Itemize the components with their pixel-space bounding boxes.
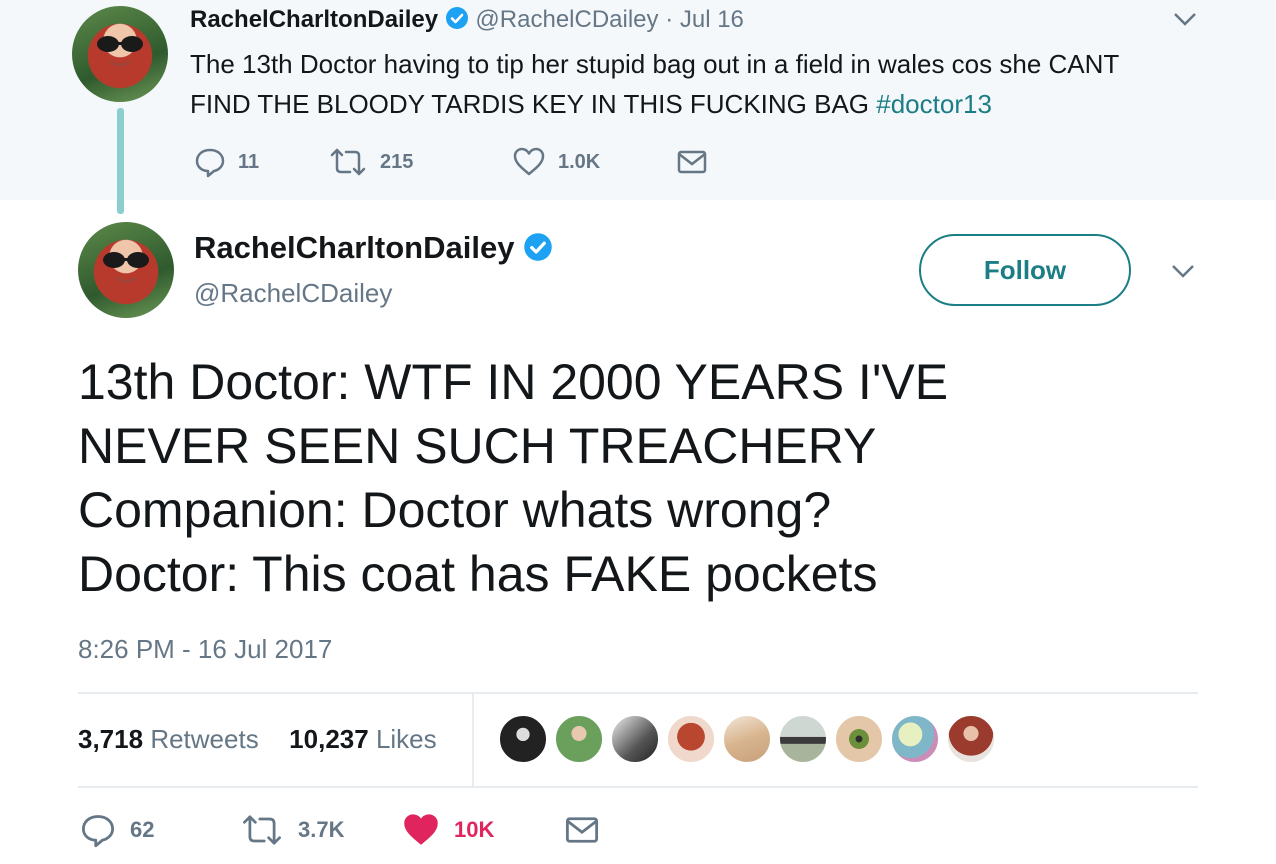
chevron-down-icon[interactable] xyxy=(1172,10,1198,28)
main-author-name-row: RachelCharltonDailey xyxy=(194,228,553,268)
liker-avatar[interactable] xyxy=(554,714,604,764)
liker-avatar[interactable] xyxy=(778,714,828,764)
thread-connector-line xyxy=(117,108,124,214)
follow-button[interactable]: Follow xyxy=(919,234,1131,306)
liker-avatar[interactable] xyxy=(834,714,884,764)
dm-button[interactable] xyxy=(564,812,600,848)
parent-dm-button[interactable] xyxy=(676,146,708,178)
liker-avatar[interactable] xyxy=(666,714,716,764)
parent-like-button[interactable]: 1.0K xyxy=(512,146,600,178)
sunglasses-icon xyxy=(103,252,149,283)
reply-button[interactable]: 62 xyxy=(80,812,154,848)
main-author-name[interactable]: RachelCharltonDailey xyxy=(194,230,514,265)
tweet-line: Companion: Doctor whats wrong? xyxy=(78,482,832,538)
heart-icon xyxy=(513,147,545,176)
reply-count: 62 xyxy=(130,817,155,842)
reply-icon xyxy=(81,815,115,848)
parent-tweet[interactable]: RachelCharltonDailey @RachelCDailey · Ju… xyxy=(0,0,1276,200)
like-button[interactable]: 10K xyxy=(402,812,494,848)
parent-tweet-header: RachelCharltonDailey @RachelCDailey · Ju… xyxy=(190,5,744,35)
retweet-total: 3,718 xyxy=(78,724,144,754)
liker-avatar[interactable] xyxy=(610,714,660,764)
parent-reply-button[interactable]: 11 xyxy=(194,146,259,178)
like-label: Likes xyxy=(375,724,437,754)
verified-badge-icon xyxy=(445,7,468,29)
parent-tweet-text: The 13th Doctor having to tip her stupid… xyxy=(190,44,1220,124)
divider xyxy=(78,786,1198,788)
liker-avatar[interactable] xyxy=(890,714,940,764)
liker-avatar[interactable] xyxy=(946,714,996,764)
divider xyxy=(78,692,1198,694)
header-separator: · xyxy=(665,6,674,33)
parent-retweet-button[interactable]: 215 xyxy=(328,146,413,178)
like-count: 10K xyxy=(454,817,495,842)
parent-tweet-line-1: The 13th Doctor having to tip her stupid… xyxy=(190,49,1120,79)
retweet-stat[interactable]: 3,718 Retweets xyxy=(78,724,259,754)
main-tweet-text: 13th Doctor: WTF IN 2000 YEARS I'VE NEVE… xyxy=(78,350,1228,606)
retweet-label: Retweets xyxy=(150,724,259,754)
tweet-line: NEVER SEEN SUCH TREACHERY xyxy=(78,418,877,474)
chevron-down-icon[interactable] xyxy=(1170,262,1196,280)
stats-separator xyxy=(472,694,474,786)
envelope-icon xyxy=(565,817,599,843)
parent-reply-count: 11 xyxy=(238,150,260,173)
parent-tweet-line-2-text: FIND THE BLOODY TARDIS KEY IN THIS FUCKI… xyxy=(190,89,877,119)
heart-icon xyxy=(404,814,438,845)
like-total: 10,237 xyxy=(289,724,369,754)
parent-author-handle[interactable]: @RachelCDailey xyxy=(475,6,658,33)
tweet-line: Doctor: This coat has FAKE pockets xyxy=(78,546,878,602)
parent-tweet-date[interactable]: Jul 16 xyxy=(680,6,744,33)
liker-avatar[interactable] xyxy=(498,714,548,764)
retweet-count: 3.7K xyxy=(298,817,345,842)
hashtag-link[interactable]: #doctor13 xyxy=(876,89,992,119)
retweet-icon xyxy=(330,148,366,176)
main-avatar[interactable] xyxy=(78,222,174,318)
verified-badge-icon xyxy=(524,233,552,261)
reply-icon xyxy=(195,148,225,178)
envelope-icon xyxy=(677,150,707,174)
like-stat[interactable]: 10,237 Likes xyxy=(289,724,436,754)
engagement-stats: 3,718 Retweets 10,237 Likes xyxy=(78,722,437,756)
retweet-button[interactable]: 3.7K xyxy=(240,812,344,848)
parent-retweet-count: 215 xyxy=(380,150,414,173)
parent-author-name[interactable]: RachelCharltonDailey xyxy=(190,6,438,33)
parent-like-count: 1.0K xyxy=(558,150,601,173)
retweet-icon xyxy=(243,815,281,845)
main-author-handle[interactable]: @RachelCDailey xyxy=(194,277,392,309)
parent-tweet-line-2: FIND THE BLOODY TARDIS KEY IN THIS FUCKI… xyxy=(190,84,1220,124)
liker-avatar[interactable] xyxy=(722,714,772,764)
tweet-timestamp[interactable]: 8:26 PM - 16 Jul 2017 xyxy=(78,632,332,666)
sunglasses-icon xyxy=(97,36,143,67)
tweet-line: 13th Doctor: WTF IN 2000 YEARS I'VE xyxy=(78,354,949,410)
parent-avatar[interactable] xyxy=(72,6,168,102)
